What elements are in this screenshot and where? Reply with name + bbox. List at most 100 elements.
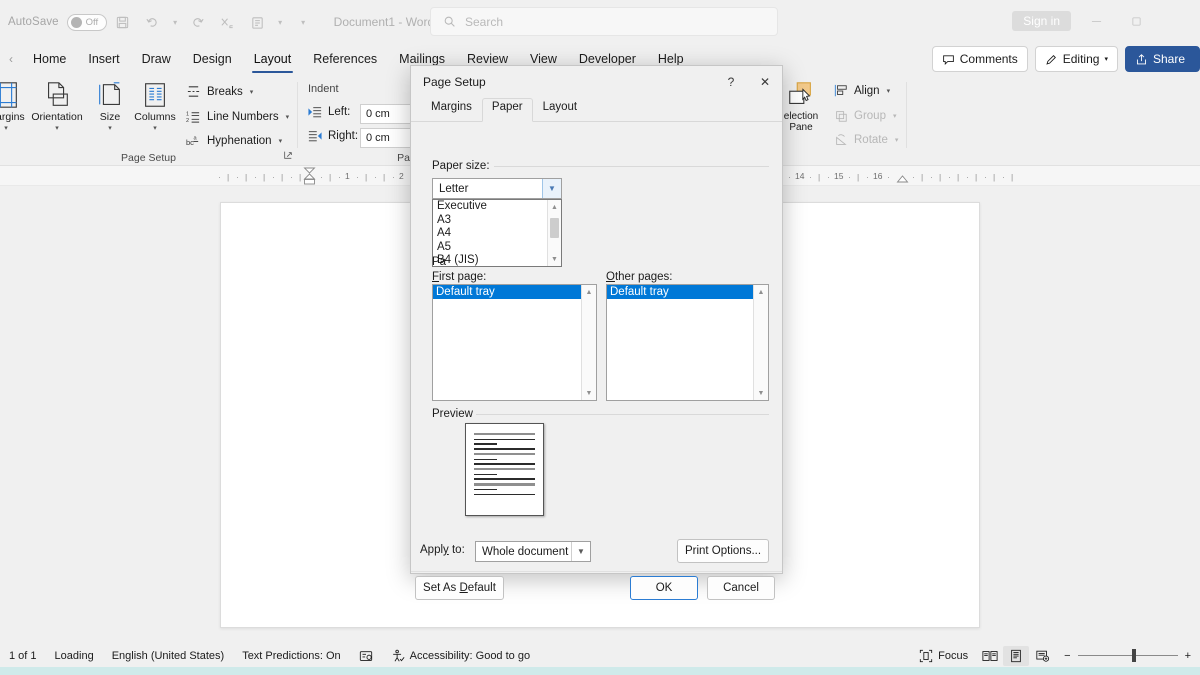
ok-button[interactable]: OK [630,576,698,600]
dialog-tab-margins[interactable]: Margins [421,98,482,121]
apply-to-value: Whole document [482,546,568,558]
read-mode-icon [982,649,998,663]
tab-draw[interactable]: Draw [131,48,182,70]
search-input[interactable]: Search [430,7,778,36]
columns-label: Columns [134,112,175,123]
dropdown-option-b4-jis[interactable]: B4 (JIS) [433,254,561,267]
preview-line [474,463,535,465]
first-page-option-default-tray[interactable]: Default tray [433,285,581,299]
status-bar: 1 of 1 Loading English (United States) T… [0,644,1200,667]
paste-icon[interactable] [244,8,272,36]
print-options-button[interactable]: Print Options... [677,539,769,563]
dropdown-option-a3[interactable]: A3 [433,214,561,228]
undo-icon[interactable] [139,8,167,36]
line-numbers-chevron-down-icon[interactable]: ▾ [286,113,290,121]
paper-size-chevron-down-icon[interactable]: ▼ [542,179,561,198]
zoom-out-button[interactable]: − [1064,650,1070,662]
other-pages-scroll-up-icon[interactable]: ▲ [754,285,769,299]
breaks-icon [186,84,201,99]
other-pages-scroll-down-icon[interactable]: ▼ [754,386,769,400]
first-page-scrollbar[interactable]: ▲ ▼ [581,285,596,400]
first-page-scroll-track[interactable] [582,299,597,386]
preview-line [474,483,535,485]
word-count[interactable]: Loading [46,650,103,662]
svg-text:1: 1 [186,112,189,118]
other-pages-option-default-tray[interactable]: Default tray [607,285,753,299]
apply-to-combo[interactable]: Whole document ▼ [475,541,591,562]
dropdown-option-executive[interactable]: Executive [433,200,561,214]
tab-insert[interactable]: Insert [77,48,130,70]
columns-button[interactable]: Columns ▾ [127,80,183,132]
paragraph-group-title: Pa [397,152,410,164]
paper-size-dropdown-list[interactable]: Executive A3 A4 A5 B4 (JIS) ▲ ▼ [432,199,562,267]
scrollbar-thumb[interactable] [550,218,559,238]
set-as-default-button[interactable]: Set As Default [415,576,504,600]
focus-button[interactable]: Focus [910,649,977,663]
dialog-tab-layout[interactable]: Layout [533,98,588,121]
tab-design[interactable]: Design [182,48,243,70]
apply-to-chevron-down-icon[interactable]: ▼ [571,542,590,561]
web-layout-button[interactable] [1029,646,1055,666]
zoom-control[interactable]: − + [1055,650,1200,662]
dropdown-option-a4[interactable]: A4 [433,227,561,241]
zoom-slider-handle[interactable] [1132,649,1136,662]
ribbon-right-actions: Comments Editing ▾ Share [932,46,1200,72]
first-page-scroll-down-icon[interactable]: ▼ [582,386,597,400]
save-icon[interactable] [109,8,137,36]
subscript-icon[interactable] [214,8,242,36]
dropdown-option-a5[interactable]: A5 [433,241,561,255]
paper-size-combo[interactable]: Letter ▼ [432,178,562,199]
help-icon[interactable]: ? [714,66,748,98]
cancel-button[interactable]: Cancel [707,576,775,600]
orientation-button[interactable]: Orientation ▾ [29,80,85,132]
scroll-up-arrow-icon[interactable]: ▲ [547,200,562,214]
language-status[interactable]: English (United States) [103,650,234,662]
editing-mode-button[interactable]: Editing ▾ [1035,46,1118,72]
align-button[interactable]: Align ▾ [834,84,890,98]
other-pages-listbox[interactable]: Default tray ▲ ▼ [606,284,769,401]
paste-chevron-down-icon[interactable]: ▾ [274,18,287,27]
dialog-tab-paper[interactable]: Paper [482,98,533,122]
scroll-down-arrow-icon[interactable]: ▼ [547,252,562,266]
maximize-icon[interactable] [1118,8,1154,34]
align-chevron-down-icon[interactable]: ▾ [887,87,891,95]
read-mode-button[interactable] [977,646,1003,666]
close-icon[interactable]: ✕ [748,66,782,98]
other-pages-scroll-track[interactable] [754,299,769,386]
tab-layout[interactable]: Layout [243,48,303,70]
scrollbar-track[interactable] [547,214,562,252]
hyphenation-button[interactable]: bc a Hyphenation ▾ [186,133,282,148]
other-pages-scrollbar[interactable]: ▲ ▼ [753,285,768,400]
page-setup-dialog-launcher[interactable] [283,150,293,162]
zoom-in-button[interactable]: + [1185,650,1191,662]
back-arrow-icon[interactable]: ‹ [0,52,22,66]
breaks-button[interactable]: Breaks ▾ [186,84,253,99]
size-chevron-down-icon[interactable]: ▾ [108,125,112,132]
breaks-chevron-down-icon[interactable]: ▾ [250,88,254,96]
text-predictions-status[interactable]: Text Predictions: On [233,650,349,662]
print-layout-button[interactable] [1003,646,1029,666]
dropdown-scrollbar[interactable]: ▲ ▼ [547,200,561,266]
first-page-scroll-up-icon[interactable]: ▲ [582,285,597,299]
hyphenation-chevron-down-icon[interactable]: ▾ [279,137,283,145]
tab-references[interactable]: References [302,48,388,70]
orientation-chevron-down-icon[interactable]: ▾ [55,125,59,132]
accessibility-status[interactable]: Accessibility: Good to go [382,649,539,663]
line-numbers-button[interactable]: 1 2 Line Numbers ▾ [186,109,289,124]
undo-chevron-down-icon[interactable]: ▾ [169,18,182,27]
apply-to-label: Apply to: [420,544,465,556]
share-button[interactable]: Share [1125,46,1200,72]
columns-chevron-down-icon[interactable]: ▾ [153,125,157,132]
margins-chevron-down-icon[interactable]: ▾ [4,125,8,132]
zoom-slider-track[interactable] [1078,655,1178,656]
tab-home[interactable]: Home [22,48,77,70]
autosave-toggle[interactable]: Off [67,14,107,31]
page-count[interactable]: 1 of 1 [0,650,46,662]
customize-qat-icon[interactable]: ▾ [297,18,310,27]
first-page-listbox[interactable]: Default tray ▲ ▼ [432,284,597,401]
comments-button[interactable]: Comments [932,46,1028,72]
sign-in-button[interactable]: Sign in [1012,11,1071,31]
redo-icon[interactable] [184,8,212,36]
minimize-icon[interactable] [1078,8,1114,34]
proofing-icon[interactable] [350,649,382,663]
